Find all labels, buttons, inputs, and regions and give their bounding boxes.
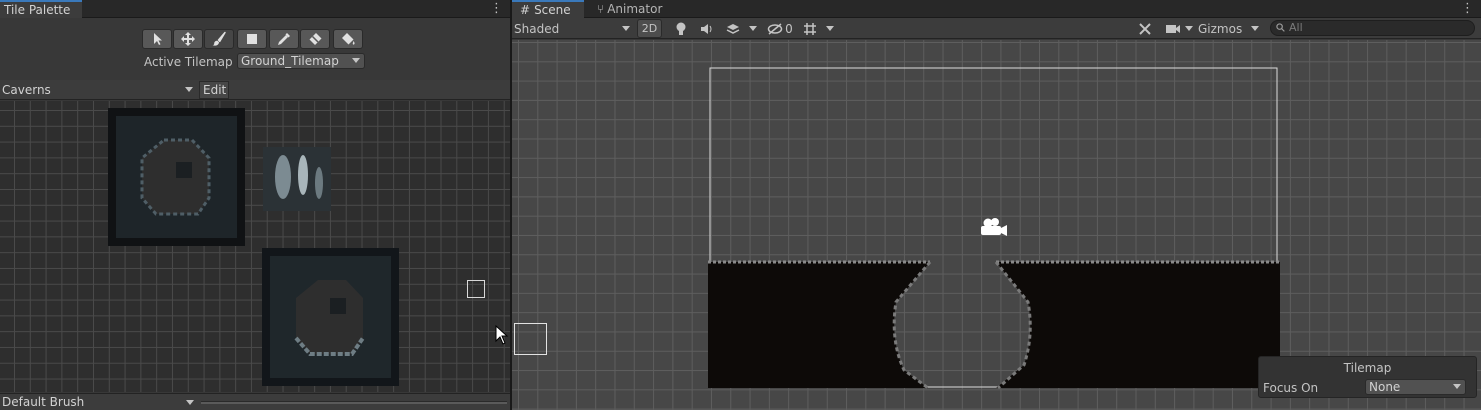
picker-tool-button[interactable] — [269, 29, 299, 49]
tilemap-overlay: Tilemap Focus On None — [1258, 356, 1477, 398]
brush-slider[interactable] — [201, 401, 507, 404]
layers-icon — [726, 23, 740, 34]
tile-selection-cursor — [467, 280, 485, 298]
arrow-cursor-icon — [154, 33, 162, 45]
lightbulb-icon — [676, 22, 686, 35]
box-fill-icon — [247, 34, 257, 44]
tile-palette-window: Tile Palette ⋮ Active Tilemap Ground_Til… — [0, 0, 510, 410]
ground-left — [708, 262, 930, 388]
active-tilemap-value: Ground_Tilemap — [241, 54, 339, 68]
tab-animator[interactable]: ⑂ Animator — [597, 0, 677, 18]
edit-palette-button[interactable]: Edit — [199, 81, 229, 99]
camera-settings-dropdown[interactable] — [1183, 19, 1195, 38]
search-placeholder: All — [1289, 21, 1303, 34]
tile-palette-tabbar: Tile Palette ⋮ — [0, 0, 510, 18]
grid-snap-icon — [804, 22, 816, 35]
tab-tile-palette-label: Tile Palette — [4, 3, 71, 17]
scene-content — [708, 67, 1280, 390]
box-fill-tool-button[interactable] — [237, 29, 267, 49]
shading-mode-value: Shaded — [514, 21, 560, 36]
scene-menu-icon[interactable]: ⋮ — [1461, 1, 1474, 17]
scene-window: # Scene ⑂ Animator ⋮ Shaded 2D 0 Gizmos … — [512, 0, 1481, 410]
focus-on-dropdown[interactable]: None — [1365, 379, 1466, 395]
active-tilemap-label: Active Tilemap — [144, 55, 233, 69]
palette-grid[interactable] — [0, 101, 510, 392]
palette-bar: Caverns Edit — [0, 80, 510, 100]
hidden-count: 0 — [785, 21, 793, 36]
tile-palette-menu-icon[interactable]: ⋮ — [490, 1, 503, 17]
grid-hash-icon: # — [520, 3, 531, 17]
move-arrows-icon — [181, 32, 195, 46]
chevron-down-icon — [186, 400, 194, 405]
speaker-icon — [701, 23, 712, 34]
select-tool-button[interactable] — [142, 29, 172, 49]
chevron-down-icon — [1453, 384, 1461, 389]
focus-on-label: Focus On — [1263, 381, 1319, 395]
gizmos-dropdown[interactable] — [1248, 19, 1262, 38]
tab-scene-label: Scene — [534, 3, 571, 17]
focus-on-value: None — [1369, 380, 1401, 394]
tools-toggle-button[interactable] — [1136, 19, 1154, 38]
paint-bucket-icon — [342, 33, 355, 45]
brush-dropdown[interactable]: Default Brush — [2, 394, 197, 410]
shading-mode-dropdown[interactable]: Shaded — [514, 19, 632, 38]
hidden-objects-toggle[interactable]: 0 — [765, 19, 795, 38]
chevron-down-icon — [622, 26, 630, 31]
mouse-cursor-icon — [495, 325, 509, 345]
palette-dropdown[interactable]: Caverns — [0, 81, 198, 99]
chevron-down-icon — [1185, 26, 1193, 31]
paint-brush-icon — [212, 31, 226, 46]
eye-slash-icon — [767, 22, 783, 35]
paint-brush-tool-button[interactable] — [204, 29, 234, 49]
tab-animator-label: Animator — [607, 2, 663, 16]
scene-selection-box — [514, 323, 547, 355]
scene-search-input[interactable]: All — [1270, 20, 1475, 36]
fill-tool-button[interactable] — [333, 29, 363, 49]
camera-settings-button[interactable] — [1164, 19, 1182, 38]
tab-tile-palette[interactable]: Tile Palette — [0, 0, 82, 18]
grid-snap-dropdown[interactable] — [823, 19, 837, 38]
effects-dropdown[interactable] — [746, 19, 760, 38]
wrench-icon — [1139, 22, 1151, 35]
chevron-down-icon — [185, 87, 193, 92]
eraser-tool-button[interactable] — [300, 29, 330, 49]
chevron-down-icon — [749, 26, 757, 31]
brush-bar: Default Brush — [0, 393, 510, 410]
effects-toggle-button[interactable] — [724, 19, 742, 38]
eraser-icon — [309, 33, 322, 45]
chevron-down-icon — [352, 58, 360, 63]
active-tilemap-dropdown[interactable]: Ground_Tilemap — [237, 53, 365, 69]
audio-toggle-button[interactable] — [698, 19, 716, 38]
gizmos-label: Gizmos — [1198, 21, 1243, 36]
move-tool-button[interactable] — [173, 29, 203, 49]
scene-canvas[interactable]: Tilemap Focus On None — [512, 40, 1481, 410]
palette-tile-drip[interactable] — [263, 147, 331, 211]
toggle-2d-button[interactable]: 2D — [637, 19, 662, 38]
eyedropper-icon — [278, 33, 290, 45]
animator-fork-icon: ⑂ — [597, 2, 605, 16]
ground-right — [996, 262, 1280, 388]
palette-tile-cave-bottom[interactable] — [262, 248, 399, 386]
gizmos-button[interactable]: Gizmos — [1196, 19, 1250, 38]
grid-snap-button[interactable] — [801, 19, 819, 38]
search-icon — [1276, 23, 1285, 32]
scene-tabbar: # Scene ⑂ Animator ⋮ — [512, 0, 1481, 18]
tilemap-overlay-title: Tilemap — [1343, 361, 1392, 375]
camera-icon — [1166, 24, 1180, 33]
brush-value: Default Brush — [2, 395, 85, 409]
palette-value: Caverns — [2, 83, 51, 97]
palette-tile-cave-hole[interactable] — [108, 108, 245, 246]
lighting-toggle-button[interactable] — [672, 19, 690, 38]
camera-gizmo-icon[interactable] — [981, 218, 1007, 236]
chevron-down-icon — [826, 26, 834, 31]
chevron-down-icon — [1251, 26, 1259, 31]
scene-toolbar: Shaded 2D 0 Gizmos All — [512, 18, 1481, 39]
tab-scene[interactable]: # Scene — [512, 0, 584, 18]
